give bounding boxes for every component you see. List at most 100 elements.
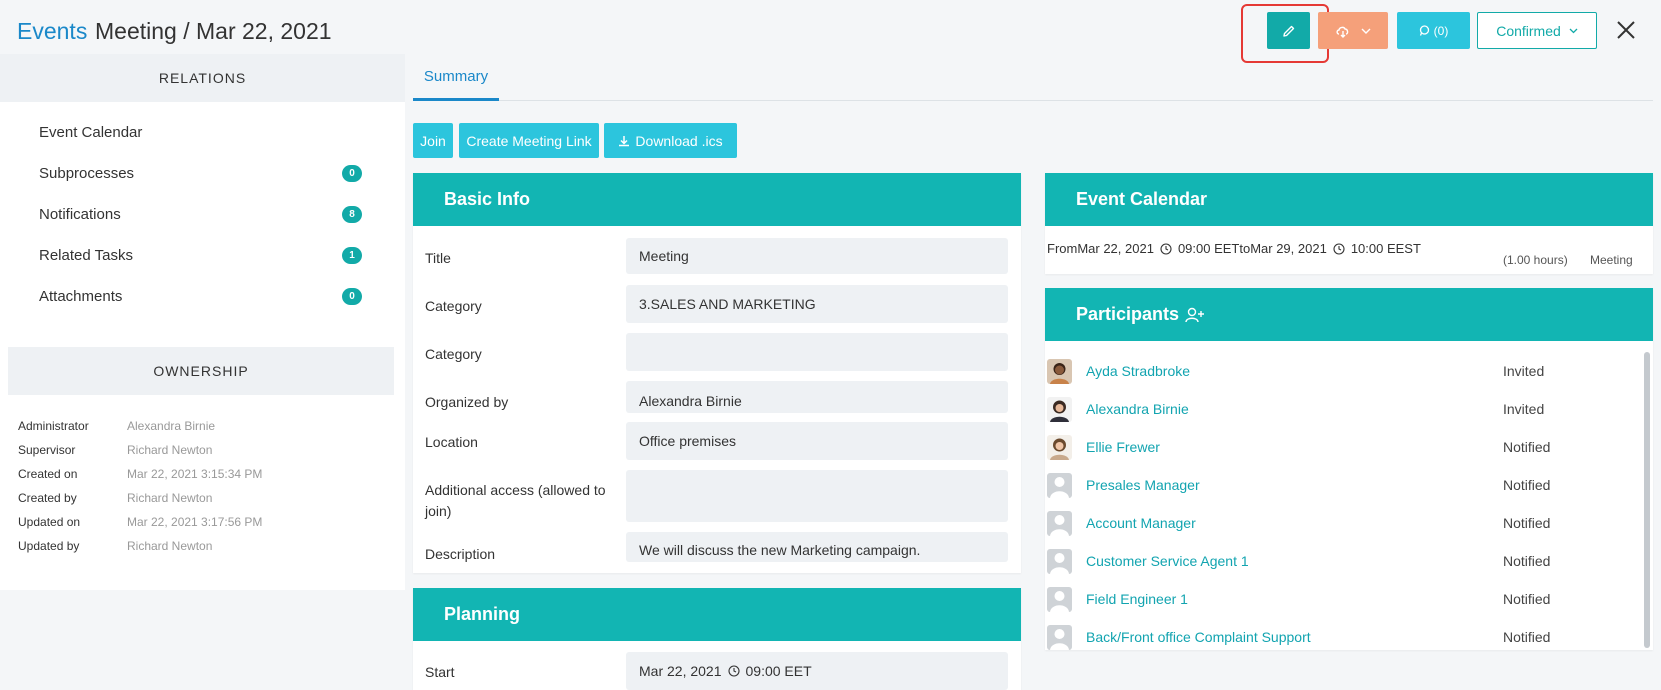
download-icon — [619, 135, 630, 146]
count-badge: 0 — [342, 165, 362, 182]
relation-item-label: Notifications — [39, 206, 121, 223]
create-meeting-link-label: Create Meeting Link — [466, 132, 592, 149]
calendar-to-time: 10:00 EEST — [1350, 241, 1421, 256]
user-placeholder-icon — [1047, 624, 1072, 650]
chevron-down-icon — [1361, 28, 1371, 34]
count-badge: 0 — [342, 288, 362, 305]
form-row-title: Title Meeting — [413, 238, 1021, 274]
basic-info-heading: Basic Info — [413, 173, 1021, 226]
participant-name-link[interactable]: Ellie Frewer — [1086, 439, 1160, 455]
calendar-from: FromMar 22, 2021 — [1047, 241, 1154, 256]
chevron-down-icon — [1569, 28, 1578, 33]
participant-status: Notified — [1503, 477, 1551, 493]
form-row-additional-access: Additional access (allowed to join) — [413, 470, 1021, 522]
participant-row: Presales Manager Notified — [1045, 466, 1635, 504]
ownership-row: Created on Mar 22, 2021 3:15:34 PM — [18, 462, 262, 486]
form-row-description: Description We will discuss the new Mark… — [413, 532, 1021, 562]
join-button[interactable]: Join — [413, 123, 453, 158]
close-button[interactable] — [1612, 14, 1640, 46]
participant-status: Notified — [1503, 591, 1551, 607]
participants-header: Participants — [1045, 288, 1653, 341]
clock-icon — [727, 665, 740, 677]
ownership-row: Administrator Alexandra Birnie — [18, 414, 262, 438]
relations-panel: RELATIONS Event Calendar Subprocesses 0 … — [0, 54, 405, 590]
status-dropdown[interactable]: Confirmed — [1477, 12, 1597, 49]
join-button-label: Join — [420, 132, 446, 149]
location-field[interactable]: Office premises — [626, 422, 1008, 460]
relation-item-event-calendar[interactable]: Event Calendar — [0, 112, 405, 153]
category-secondary-field[interactable] — [626, 333, 1008, 371]
additional-access-field[interactable] — [626, 470, 1008, 522]
form-row-start: Start Mar 22, 2021 09:00 EET — [413, 652, 1021, 690]
relation-item-label: Subprocesses — [39, 165, 135, 182]
form-label: Location — [425, 434, 478, 450]
ownership-key: Supervisor — [18, 443, 76, 457]
participant-status: Notified — [1503, 553, 1551, 569]
description-field[interactable]: We will discuss the new Marketing campai… — [626, 532, 1008, 562]
download-ics-button[interactable]: Download .ics — [604, 123, 737, 158]
page-title: Meeting / Mar 22, 2021 — [95, 18, 332, 44]
basic-info-card: Basic Info Title Meeting Category 3.SALE… — [413, 173, 1021, 573]
participants-list: Ayda Stradbroke Invited Alexandra Birnie… — [1045, 352, 1645, 650]
relation-item-label: Related Tasks — [39, 247, 133, 264]
calendar-duration: (1.00 hours) — [1503, 253, 1568, 267]
participant-status: Notified — [1503, 629, 1551, 645]
participant-name-link[interactable]: Ayda Stradbroke — [1086, 363, 1190, 379]
participant-name-link[interactable]: Customer Service Agent 1 — [1086, 553, 1249, 569]
planning-card: Planning Start Mar 22, 2021 09:00 EET — [413, 588, 1021, 690]
comments-count: (0) — [1433, 23, 1449, 38]
breadcrumb-events-link[interactable]: Events — [17, 18, 87, 45]
status-label: Confirmed — [1496, 22, 1561, 39]
ownership-key: Updated by — [18, 539, 80, 553]
tab-summary[interactable]: Summary — [413, 54, 499, 101]
title-field[interactable]: Meeting — [626, 238, 1008, 274]
form-label: Category — [425, 346, 482, 362]
count-badge: 8 — [342, 206, 362, 223]
form-label: Description — [425, 546, 496, 562]
participant-name-link[interactable]: Alexandra Birnie — [1086, 401, 1189, 417]
ownership-value: Richard Newton — [127, 443, 213, 457]
count-badge: 1 — [342, 247, 362, 264]
participant-status: Notified — [1503, 515, 1551, 531]
participant-status: Invited — [1503, 363, 1545, 379]
relation-item-attachments[interactable]: Attachments 0 — [0, 276, 405, 317]
form-label: Organized by — [425, 394, 509, 410]
form-label: Additional access (allowed to join) — [425, 482, 606, 519]
form-label: Title — [425, 250, 451, 266]
create-meeting-link-button[interactable]: Create Meeting Link — [459, 123, 599, 158]
export-dropdown-button[interactable] — [1318, 12, 1388, 49]
participant-row: Customer Service Agent 1 Notified — [1045, 542, 1635, 580]
form-label: Start — [425, 664, 455, 680]
relations-heading: RELATIONS — [0, 54, 405, 102]
calendar-type: Meeting — [1590, 253, 1633, 267]
ownership-key: Updated on — [18, 515, 81, 529]
participant-name-link[interactable]: Field Engineer 1 — [1086, 591, 1188, 607]
organized-by-field[interactable]: Alexandra Birnie — [626, 381, 1008, 413]
avatar — [1047, 396, 1072, 422]
participants-heading: Participants — [1076, 304, 1180, 324]
start-field[interactable]: Mar 22, 2021 09:00 EET — [626, 652, 1008, 690]
event-calendar-range: FromMar 22, 2021 09:00 EETtoMar 29, 2021… — [1047, 241, 1421, 256]
ownership-row: Supervisor Richard Newton — [18, 438, 262, 462]
relation-item-notifications[interactable]: Notifications 8 — [0, 194, 405, 235]
event-calendar-card: Event Calendar FromMar 22, 2021 09:00 EE… — [1045, 173, 1653, 274]
relation-item-subprocesses[interactable]: Subprocesses 0 — [0, 153, 405, 194]
ownership-row: Updated by Richard Newton — [18, 534, 262, 558]
user-placeholder-icon — [1047, 548, 1072, 574]
comments-button[interactable]: (0) — [1397, 12, 1470, 49]
clock-icon — [1160, 242, 1172, 255]
participant-row: Ellie Frewer Notified — [1045, 428, 1635, 466]
category-field[interactable]: 3.SALES AND MARKETING — [626, 285, 1008, 323]
participant-name-link[interactable]: Account Manager — [1086, 515, 1196, 531]
ownership-heading: OWNERSHIP — [8, 347, 394, 395]
relations-list: Event Calendar Subprocesses 0 Notificati… — [0, 112, 405, 317]
ownership-value: Richard Newton — [127, 491, 213, 505]
participant-name-link[interactable]: Presales Manager — [1086, 477, 1200, 493]
form-row-category: Category 3.SALES AND MARKETING — [413, 285, 1021, 323]
add-user-icon[interactable] — [1185, 307, 1205, 323]
participants-scrollbar[interactable] — [1644, 352, 1650, 648]
participant-row: Alexandra Birnie Invited — [1045, 390, 1635, 428]
participant-name-link[interactable]: Back/Front office Complaint Support — [1086, 629, 1311, 645]
relation-item-related-tasks[interactable]: Related Tasks 1 — [0, 235, 405, 276]
relation-item-label: Event Calendar — [39, 124, 143, 141]
